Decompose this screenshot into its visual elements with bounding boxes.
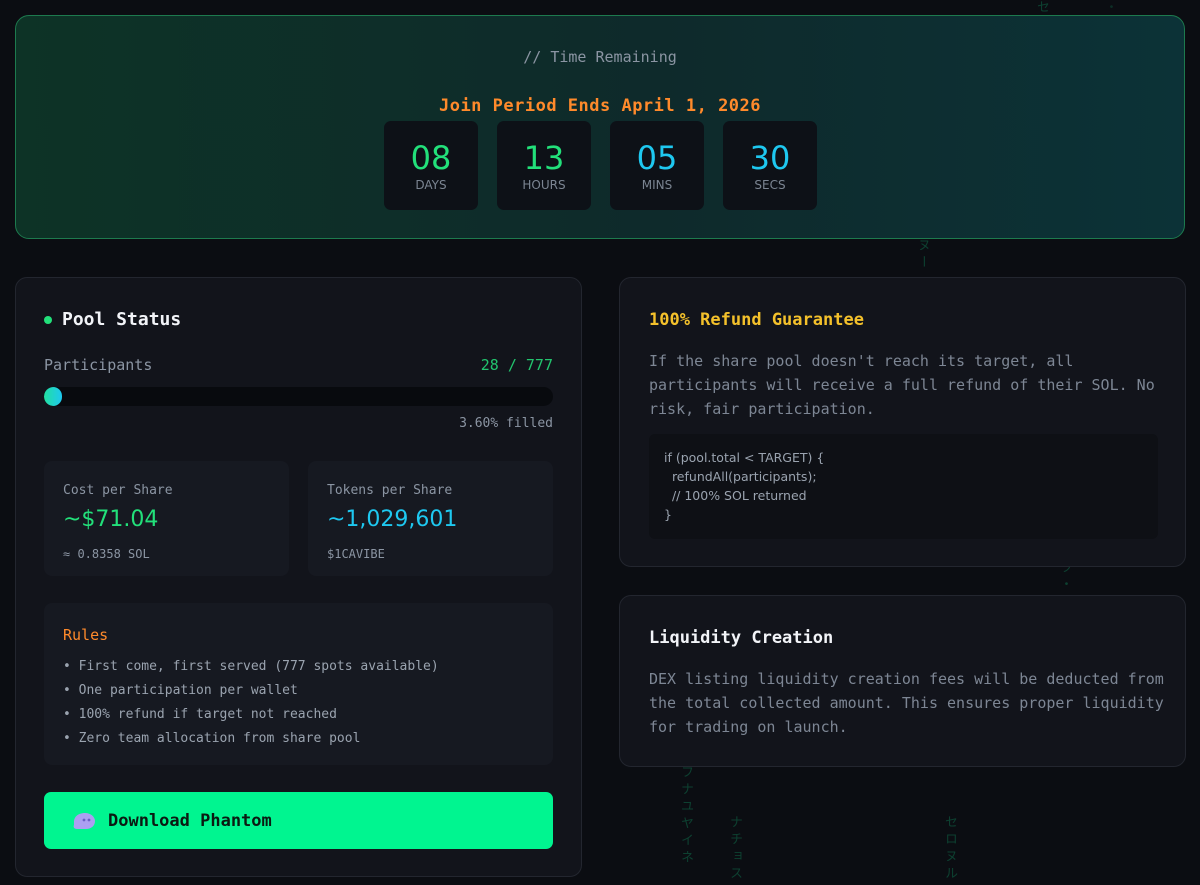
- timer-days-value: 08: [410, 138, 452, 177]
- timer-hours: 13 HOURS: [497, 121, 591, 210]
- countdown-subtitle: // Time Remaining: [523, 48, 677, 66]
- countdown-panel: // Time Remaining Join Period Ends April…: [15, 15, 1185, 239]
- participants-progress-bar: [44, 387, 553, 406]
- status-dot-icon: [44, 315, 52, 324]
- countdown-timer: 08 DAYS 13 HOURS 05 MINS 30 SECS: [384, 121, 817, 210]
- rules-title: Rules: [63, 626, 109, 644]
- timer-secs: 30 SECS: [723, 121, 817, 210]
- rules-box: Rules First come, first served (777 spot…: [44, 603, 553, 765]
- liquidity-title: Liquidity Creation: [649, 628, 834, 648]
- cost-per-share-label: Cost per Share: [63, 483, 173, 498]
- timer-secs-value: 30: [749, 138, 791, 177]
- matrix-rain: ナチョス: [727, 815, 742, 883]
- pool-status-title: Pool Status: [62, 309, 182, 330]
- matrix-rain: セロヌル: [942, 815, 957, 883]
- tokens-per-share-box: Tokens per Share ~1,029,601 $1CAVIBE: [308, 461, 553, 576]
- timer-mins-label: MINS: [641, 177, 673, 192]
- pool-status-card: Pool Status Participants 28 / 777 3.60% …: [15, 277, 582, 877]
- rules-list-item: 100% refund if target not reached: [63, 703, 439, 727]
- refund-guarantee-card: 100% Refund Guarantee If the share pool …: [619, 277, 1186, 567]
- liquidity-description: DEX listing liquidity creation fees will…: [649, 670, 1164, 736]
- rules-list-item: Zero team allocation from share pool: [63, 727, 439, 751]
- refund-title: 100% Refund Guarantee: [649, 310, 864, 330]
- liquidity-creation-card: Liquidity Creation DEX listing liquidity…: [619, 595, 1186, 767]
- participants-count: 28 / 777: [480, 356, 553, 374]
- timer-days: 08 DAYS: [384, 121, 478, 210]
- timer-hours-value: 13: [523, 138, 565, 177]
- token-ticker: $1CAVIBE: [327, 547, 385, 561]
- timer-hours-label: HOURS: [522, 177, 566, 192]
- matrix-rain: フナユヤイネ: [678, 765, 693, 867]
- rules-list-item: First come, first served (777 spots avai…: [63, 655, 439, 679]
- filled-percentage: 3.60% filled: [459, 416, 553, 431]
- countdown-title: Join Period Ends April 1, 2026: [438, 96, 762, 116]
- pool-status-header: Pool Status: [44, 309, 181, 330]
- timer-secs-label: SECS: [754, 177, 786, 192]
- participants-label: Participants: [44, 356, 153, 374]
- download-phantom-label: Download Phantom: [108, 810, 272, 831]
- tokens-per-share-label: Tokens per Share: [327, 483, 453, 498]
- timer-mins-value: 05: [636, 138, 678, 177]
- refund-description: If the share pool doesn't reach its targ…: [649, 352, 1155, 418]
- timer-days-label: DAYS: [415, 177, 447, 192]
- rules-list: First come, first served (777 spots avai…: [63, 655, 439, 751]
- cost-per-share-box: Cost per Share ~$71.04 ≈ 0.8358 SOL: [44, 461, 289, 576]
- progress-bar-fill: [44, 387, 63, 406]
- cost-per-share-sol: ≈ 0.8358 SOL: [63, 547, 150, 561]
- phantom-ghost-icon: [73, 812, 95, 829]
- timer-mins: 05 MINS: [610, 121, 704, 210]
- tokens-per-share-value: ~1,029,601: [327, 507, 458, 532]
- download-phantom-button[interactable]: Download Phantom: [44, 792, 553, 849]
- rules-list-item: One participation per wallet: [63, 679, 439, 703]
- refund-code-block: if (pool.total < TARGET) { refundAll(par…: [649, 434, 1158, 539]
- cost-per-share-value: ~$71.04: [63, 507, 159, 532]
